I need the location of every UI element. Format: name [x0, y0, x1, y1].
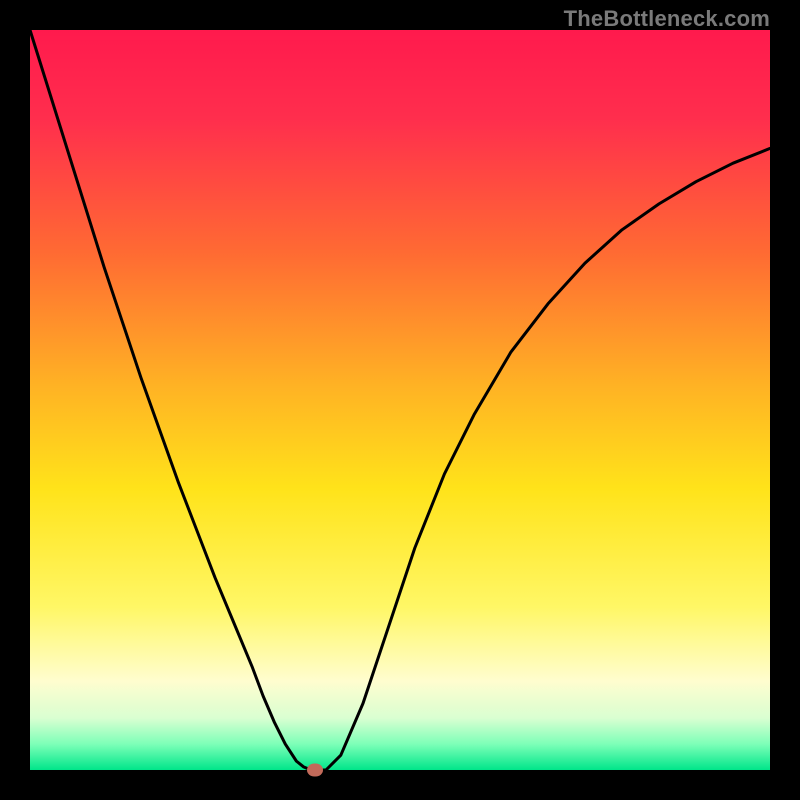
optimal-point-marker — [307, 764, 323, 777]
chart-container: TheBottleneck.com — [0, 0, 800, 800]
bottleneck-curve — [30, 30, 770, 770]
watermark-text: TheBottleneck.com — [564, 6, 770, 32]
plot-area — [30, 30, 770, 770]
